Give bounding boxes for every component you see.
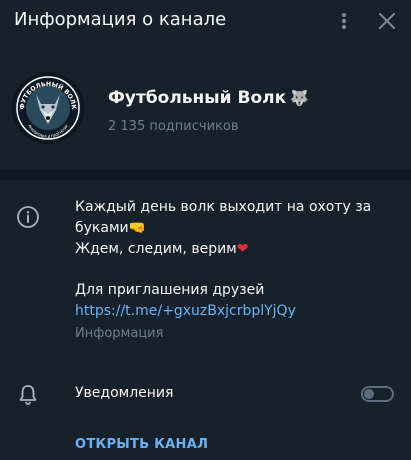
more-vertical-icon xyxy=(342,13,346,29)
section-divider xyxy=(0,170,411,180)
fist-emoji-icon: 🤜 xyxy=(128,220,147,236)
subscriber-count: 2 135 подписчиков xyxy=(108,119,239,134)
invite-link[interactable]: https://t.me/+gxuzBxjcrbplYjQy xyxy=(75,303,296,319)
notifications-toggle[interactable] xyxy=(361,386,394,402)
description-line-3-text: Ждем, следим, верим xyxy=(75,241,237,257)
bell-icon xyxy=(19,385,37,405)
toggle-knob xyxy=(364,389,374,399)
wolf-emoji-icon: 🐺 xyxy=(290,89,309,107)
channel-name-text: Футбольный Волк xyxy=(108,88,287,108)
dialog-title: Информация о канале xyxy=(14,9,227,30)
channel-description: Каждый день волк выходит на охоту за бук… xyxy=(75,197,395,260)
open-channel-button[interactable]: ОТКРЫТЬ КАНАЛ xyxy=(75,437,208,452)
heart-emoji-icon: ❤ xyxy=(236,241,249,257)
notifications-label: Уведомления xyxy=(75,385,174,401)
description-line-2: буками🤜 xyxy=(75,218,395,239)
description-line-1: Каждый день волк выходит на охоту за xyxy=(75,199,372,215)
channel-name: Футбольный Волк 🐺 xyxy=(108,88,309,108)
info-icon xyxy=(17,206,39,228)
close-icon xyxy=(379,13,395,29)
description-line-2-text: буками xyxy=(75,220,129,236)
description-line-3: Ждем, следим, верим❤ xyxy=(75,239,395,260)
invite-label: Для приглашения друзей xyxy=(75,282,265,298)
channel-profile: ФУТБОЛЬНЫЙ ВОЛК АНАЛИТИКА И ПРОГНОЗЫ Фут… xyxy=(0,58,411,170)
wolf-logo-icon: ФУТБОЛЬНЫЙ ВОЛК АНАЛИТИКА И ПРОГНОЗЫ xyxy=(13,73,83,143)
dialog-header: Информация о канале xyxy=(0,0,411,44)
channel-avatar[interactable]: ФУТБОЛЬНЫЙ ВОЛК АНАЛИТИКА И ПРОГНОЗЫ xyxy=(12,72,84,144)
info-caption: Информация xyxy=(75,326,164,341)
close-button[interactable] xyxy=(372,6,402,36)
more-options-button[interactable] xyxy=(329,6,359,36)
